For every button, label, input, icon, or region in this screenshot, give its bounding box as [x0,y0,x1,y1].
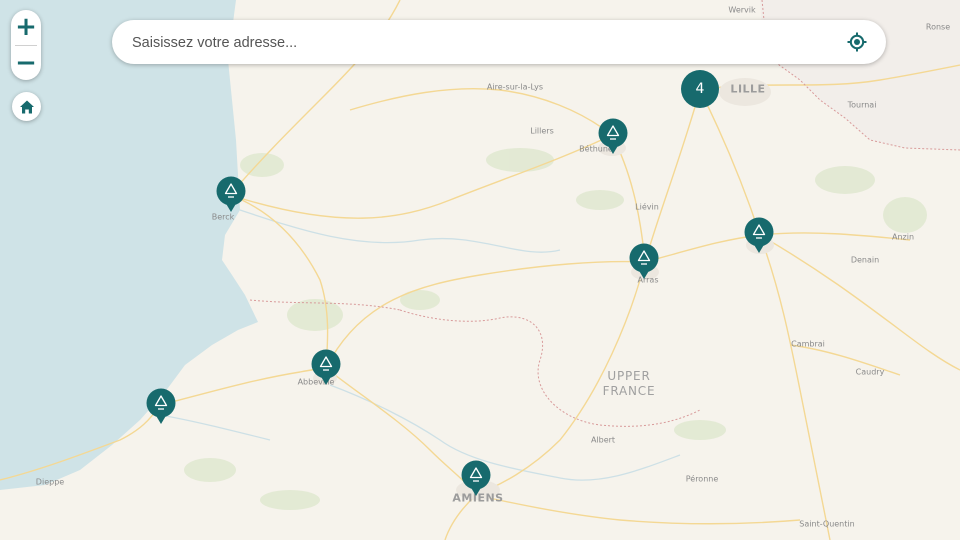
marker-cluster[interactable]: 4 [681,70,719,108]
place-label-peronne: Péronne [685,474,719,484]
locate-button[interactable] [846,31,868,53]
place-label-aire: Aire-sur-la-Lys [486,82,544,92]
marker-coast[interactable] [146,388,176,425]
zoom-in-button[interactable]: + [11,10,41,45]
locate-icon [847,32,867,52]
search-bar [112,20,886,66]
cluster-count: 4 [695,81,705,97]
home-button[interactable] [12,92,41,121]
marker-arras[interactable] [629,243,659,280]
region-label: UPPER FRANCE [602,369,656,398]
place-label-wervik: Wervik [728,5,756,15]
zoom-out-button[interactable]: − [11,45,41,80]
address-search-input[interactable] [130,20,834,66]
place-label-ronse: Ronse [925,22,951,32]
place-label-lievin: Liévin [635,202,659,212]
marker-berck[interactable] [216,176,246,213]
place-label-lille: LILLE [730,82,766,96]
place-label-denain: Denain [850,255,880,265]
marker-abbeville[interactable] [311,349,341,386]
place-label-dieppe: Dieppe [35,477,65,487]
place-label-caudry: Caudry [855,367,885,377]
marker-douai[interactable] [744,217,774,254]
home-icon [19,100,34,113]
place-label-berck: Berck [211,212,235,222]
map-canvas[interactable] [0,0,960,540]
place-label-cambrai: Cambrai [791,339,825,349]
place-label-albert: Albert [590,435,616,445]
marker-bethune[interactable] [598,118,628,155]
zoom-control: + − [11,10,41,80]
marker-amiens[interactable] [461,460,491,497]
place-label-tournai: Tournai [847,100,877,110]
place-label-anzin: Anzin [891,232,915,242]
place-label-lillers: Lillers [530,126,554,136]
place-label-saint-quentin: Saint-Quentin [799,519,855,529]
